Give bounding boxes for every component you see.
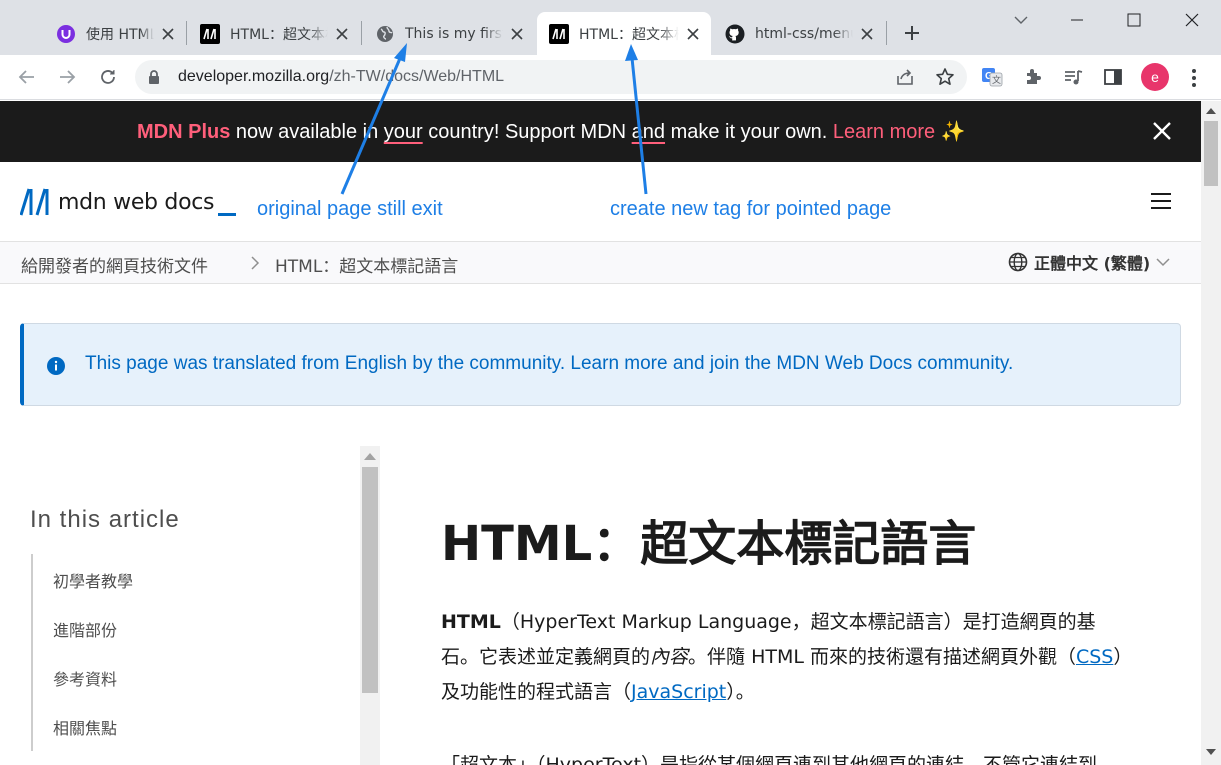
page-title: HTML：超文本標記語言 <box>441 516 977 572</box>
banner-and: and <box>631 121 666 143</box>
tab-2[interactable]: HTML：超文本標記語言 <box>188 12 360 55</box>
side-panel-icon[interactable] <box>1101 65 1125 89</box>
intro-text-d: ）。 <box>726 681 755 703</box>
banner-close-button[interactable] <box>1150 119 1174 149</box>
close-icon[interactable] <box>334 26 350 42</box>
close-icon[interactable] <box>509 26 525 42</box>
back-button[interactable] <box>14 64 40 90</box>
intro-paragraph: HTML（HyperText Markup Language，超文本標記語言）是… <box>441 605 1131 710</box>
term-html: HTML <box>441 611 501 633</box>
page-scrollbar[interactable] <box>1201 101 1221 765</box>
language-label: 正體中文 (繁體) <box>1034 254 1151 273</box>
tab-separator <box>361 21 362 45</box>
address-bar[interactable]: developer.mozilla.org/zh-TW/docs/Web/HTM… <box>135 60 967 94</box>
profile-avatar[interactable]: e <box>1141 63 1169 91</box>
tab-title: html-css/menu <box>755 25 853 42</box>
url-text[interactable]: developer.mozilla.org/zh-TW/docs/Web/HTM… <box>178 68 504 86</box>
close-icon[interactable] <box>160 26 176 42</box>
site-header: mdn web docs <box>0 162 1201 242</box>
tab-separator <box>886 21 887 45</box>
mdn-icon <box>200 23 220 44</box>
tab-3[interactable]: This is my first web page <box>363 12 535 55</box>
reload-button[interactable] <box>95 64 121 90</box>
tab-5[interactable]: html-css/menu <box>713 12 885 55</box>
tab-4-active[interactable]: HTML：超文本標記語言 <box>537 12 711 55</box>
intro-text-em: 內容 <box>650 646 689 668</box>
bookmark-star-icon[interactable] <box>935 67 955 91</box>
banner-part3: make it your own. <box>665 121 833 143</box>
logo-wordmark: mdn web docs <box>58 189 215 215</box>
translate-icon[interactable]: G文 <box>980 65 1004 89</box>
lock-icon[interactable] <box>147 69 161 89</box>
sparkle-icon: ✨ <box>940 121 966 143</box>
toc-item-reference[interactable]: 參考資料 <box>53 666 117 690</box>
extensions-puzzle-icon[interactable] <box>1021 65 1045 89</box>
u-circle-icon <box>56 24 76 44</box>
toc-item-related[interactable]: 相關焦點 <box>53 715 117 739</box>
javascript-link[interactable]: JavaScript <box>631 681 726 703</box>
sidebar-toc: In this article 初學者教學 進階部份 參考資料 相關焦點 <box>0 446 380 765</box>
minimize-button[interactable] <box>1065 8 1089 32</box>
tab-title: 使用 HTML 和 CSS <box>86 26 154 43</box>
breadcrumb-root-link[interactable]: 給開發者的網頁技術文件 <box>21 252 208 277</box>
scroll-down-arrow-icon[interactable] <box>1206 749 1216 755</box>
mdn-icon <box>549 23 569 44</box>
banner-part2: country! Support MDN <box>422 121 632 143</box>
sidebar-scrollbar-thumb[interactable] <box>362 467 378 693</box>
tab-title: HTML：超文本標記語言 <box>230 26 328 43</box>
chevron-down-icon <box>1156 258 1170 267</box>
svg-text:文: 文 <box>992 74 1001 86</box>
scroll-up-arrow-icon[interactable] <box>1206 108 1216 114</box>
banner-learn-more-link[interactable]: Learn more <box>833 121 935 143</box>
css-link[interactable]: CSS <box>1076 646 1113 668</box>
page-scrollbar-thumb[interactable] <box>1204 121 1218 186</box>
url-path: /zh-TW/docs/Web/HTML <box>329 68 505 85</box>
tab-separator <box>186 21 187 45</box>
banner-brand: MDN Plus <box>137 121 231 143</box>
browser-toolbar: developer.mozilla.org/zh-TW/docs/Web/HTM… <box>0 55 1221 100</box>
tab-title: HTML：超文本標記語言 <box>579 26 679 43</box>
close-icon[interactable] <box>685 26 701 42</box>
banner-text: MDN Plus now available in your country! … <box>137 119 966 144</box>
intro-text-b: 。伴隨 HTML 而來的技術還有描述網頁外觀（ <box>688 646 1076 668</box>
language-selector[interactable]: 正體中文 (繁體) <box>1008 250 1170 274</box>
hamburger-menu-icon[interactable] <box>1150 192 1172 214</box>
more-vert-icon[interactable] <box>1182 66 1206 90</box>
mdn-logo-icon <box>20 188 49 216</box>
url-host: developer.mozilla.org <box>178 68 330 85</box>
globe-icon <box>375 24 395 44</box>
mdn-plus-banner: MDN Plus now available in your country! … <box>0 101 1201 162</box>
notice-text[interactable]: This page was translated from English by… <box>85 353 1013 375</box>
toc-divider <box>31 554 33 751</box>
toc-item-advanced[interactable]: 進階部份 <box>53 617 117 641</box>
tab-strip: 使用 HTML 和 CSS HTML：超文本標記語言 This is my fi… <box>0 0 1221 55</box>
toc-heading: In this article <box>30 506 180 533</box>
hypertext-paragraph: 「超文本」（HyperText）是指從某個網頁連到其他網頁的連結，不管它連結到 <box>441 754 1098 765</box>
maximize-button[interactable] <box>1122 8 1146 32</box>
close-icon[interactable] <box>859 26 875 42</box>
globe-icon <box>1008 252 1028 272</box>
banner-your: your <box>383 121 423 143</box>
breadcrumb: 給開發者的網頁技術文件 HTML：超文本標記語言 正體中文 (繁體) <box>0 242 1201 284</box>
tab-title: This is my first web page <box>405 25 503 42</box>
media-queue-icon[interactable] <box>1061 65 1085 89</box>
annotation-right-label: create new tag for pointed page <box>610 198 892 220</box>
annotation-left-label: original page still exit <box>257 198 443 220</box>
logo-cursor <box>218 212 237 216</box>
scroll-up-arrow-icon[interactable] <box>364 453 376 460</box>
github-icon <box>725 24 745 44</box>
new-tab-button[interactable] <box>900 21 924 45</box>
banner-part1: now available in <box>230 121 384 143</box>
translation-notice: This page was translated from English by… <box>20 323 1181 406</box>
mdn-logo[interactable]: mdn web docs <box>20 188 237 216</box>
toc-item-beginner[interactable]: 初學者教學 <box>53 568 133 592</box>
forward-button[interactable] <box>54 64 80 90</box>
info-icon <box>46 356 66 380</box>
chevron-right-icon <box>250 255 260 274</box>
window-close-button[interactable] <box>1180 8 1204 32</box>
tab-1[interactable]: 使用 HTML 和 CSS <box>44 12 186 55</box>
share-icon[interactable] <box>895 67 915 91</box>
breadcrumb-current[interactable]: HTML：超文本標記語言 <box>275 252 458 277</box>
chevron-down-icon[interactable] <box>1009 8 1033 32</box>
